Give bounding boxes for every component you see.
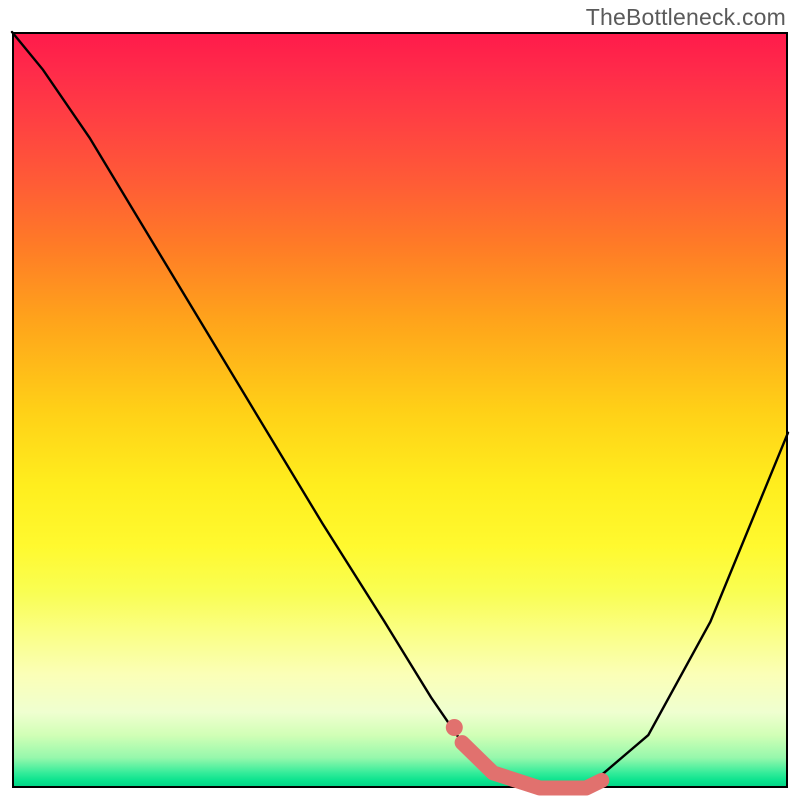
chart-area — [12, 32, 788, 788]
highlight-segment — [462, 743, 602, 788]
chart-frame — [13, 33, 787, 787]
watermark-text: TheBottleneck.com — [586, 4, 786, 31]
highlight-dot — [446, 719, 463, 736]
curve-line — [12, 32, 788, 788]
chart-svg — [12, 32, 788, 788]
